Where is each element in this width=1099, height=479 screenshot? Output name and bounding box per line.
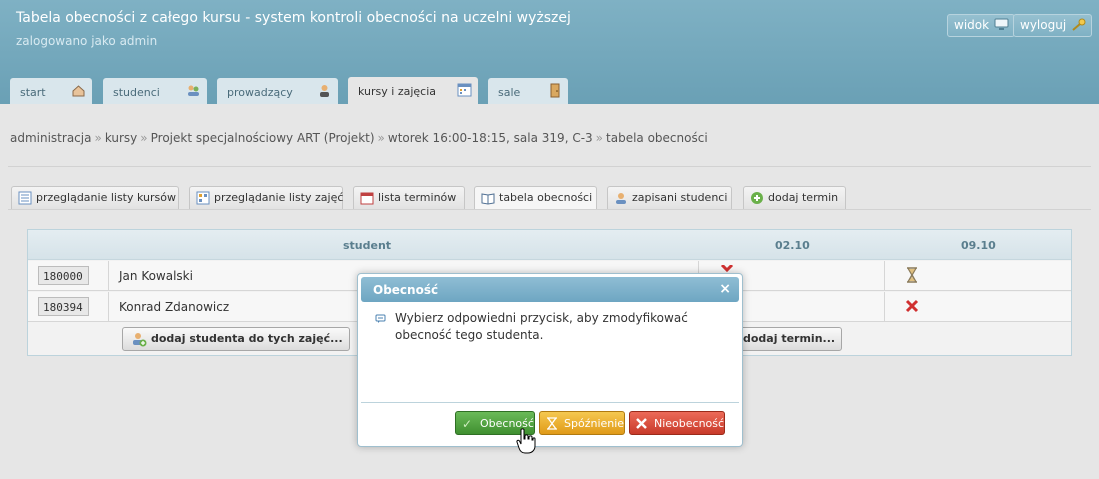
users-icon bbox=[188, 85, 199, 96]
add-icon bbox=[751, 192, 763, 204]
breadcrumb-item[interactable]: administracja bbox=[10, 131, 91, 145]
add-student-button[interactable]: dodaj studenta do tych zajęć... bbox=[122, 327, 350, 351]
cell-divider bbox=[884, 261, 885, 291]
subtab-attendance-table[interactable]: tabela obecności bbox=[474, 186, 597, 210]
subtab-add-term[interactable]: dodaj termin bbox=[743, 186, 846, 209]
close-icon[interactable]: × bbox=[719, 281, 731, 297]
logout-button-label: wyloguj bbox=[1020, 18, 1067, 32]
late-button[interactable]: Spóźnienie bbox=[539, 411, 625, 435]
subtab-enrolled-students[interactable]: zapisani studenci bbox=[607, 186, 732, 209]
cell-divider bbox=[108, 261, 109, 291]
breadcrumb-item[interactable]: wtorek 16:00-18:15, sala 319, C-3 bbox=[388, 131, 593, 145]
subtab-term-list[interactable]: lista terminów bbox=[353, 186, 465, 209]
calendar-icon bbox=[360, 192, 374, 205]
subtab-label: zapisani studenci bbox=[632, 191, 728, 204]
absent-mark-icon[interactable] bbox=[720, 265, 734, 273]
view-button-label: widok bbox=[954, 18, 990, 32]
breadcrumb-separator: » bbox=[595, 131, 604, 145]
tab-students[interactable]: studenci bbox=[103, 78, 207, 104]
key-icon bbox=[1072, 18, 1086, 31]
hourglass-icon bbox=[547, 417, 557, 430]
subtab-class-list[interactable]: przeglądanie listy zajęć bbox=[189, 186, 343, 209]
cell-divider bbox=[108, 292, 109, 322]
app-header: Tabela obecności z całego kursu - system… bbox=[0, 0, 1099, 104]
check-icon: ✓ bbox=[462, 417, 473, 431]
tab-start-label: start bbox=[20, 86, 46, 99]
column-header-date: 09.10 bbox=[961, 239, 996, 252]
attendance-dialog: Obecność × Wybierz odpowiedni przycisk, … bbox=[357, 273, 743, 447]
tab-teachers-label: prowadzący bbox=[227, 86, 293, 99]
speech-bubble-icon bbox=[375, 314, 386, 323]
tab-rooms-label: sale bbox=[498, 86, 521, 99]
absent-button-label: Nieobecność bbox=[654, 417, 725, 430]
dialog-message: Wybierz odpowiedni przycisk, aby zmodyfi… bbox=[395, 311, 688, 342]
subtab-label: dodaj termin bbox=[768, 191, 839, 204]
subtab-label: przeglądanie listy zajęć bbox=[214, 191, 344, 204]
student-id: 180000 bbox=[38, 266, 89, 285]
dialog-separator bbox=[361, 402, 739, 403]
late-mark-icon[interactable] bbox=[905, 267, 919, 283]
subtab-course-list[interactable]: przeglądanie listy kursów bbox=[11, 186, 179, 209]
logout-button[interactable]: wyloguj bbox=[1013, 14, 1093, 37]
subtab-label: przeglądanie listy kursów bbox=[36, 191, 176, 204]
door-icon bbox=[550, 83, 560, 98]
monitor-icon bbox=[994, 18, 1009, 30]
subtab-label: tabela obecności bbox=[499, 191, 593, 204]
breadcrumb: administracja» kursy» Projekt specjalności… bbox=[10, 131, 708, 145]
absent-mark-icon[interactable] bbox=[905, 299, 919, 313]
absent-button[interactable]: Nieobecność bbox=[629, 411, 725, 435]
teacher-icon bbox=[320, 85, 329, 97]
tab-courses[interactable]: kursy i zajęcia bbox=[348, 77, 478, 104]
breadcrumb-separator: » bbox=[140, 131, 148, 145]
column-header-student: student bbox=[343, 239, 392, 252]
column-header-date: 02.10 bbox=[775, 239, 810, 252]
tab-start[interactable]: start bbox=[10, 78, 92, 104]
breadcrumb-separator: » bbox=[94, 131, 102, 145]
late-button-label: Spóźnienie bbox=[564, 417, 625, 430]
dialog-header: Obecność × bbox=[361, 277, 739, 302]
view-button[interactable]: widok bbox=[947, 14, 1016, 37]
breadcrumb-separator: » bbox=[377, 131, 385, 145]
dialog-title: Obecność bbox=[373, 283, 439, 297]
add-user-icon bbox=[133, 333, 147, 347]
breadcrumb-item[interactable]: kursy bbox=[105, 131, 137, 145]
tab-students-label: studenci bbox=[113, 86, 160, 99]
tab-rooms[interactable]: sale bbox=[488, 78, 568, 104]
student-name: Konrad Zdanowicz bbox=[119, 300, 230, 314]
x-icon bbox=[636, 418, 647, 429]
add-term-label: dodaj termin... bbox=[743, 332, 836, 345]
app-title: Tabela obecności z całego kursu - system… bbox=[16, 10, 571, 26]
calendar-icon bbox=[457, 83, 472, 97]
divider bbox=[8, 166, 1091, 167]
divider bbox=[8, 209, 1091, 210]
breadcrumb-item[interactable]: Projekt specjalnościowy ART (Projekt) bbox=[151, 131, 375, 145]
list-icon bbox=[18, 191, 32, 205]
breadcrumb-item: tabela obecności bbox=[606, 131, 708, 145]
grid-icon bbox=[196, 191, 210, 205]
student-name: Jan Kowalski bbox=[119, 269, 193, 283]
home-icon bbox=[72, 85, 85, 97]
tab-courses-label: kursy i zajęcia bbox=[358, 85, 436, 98]
table-header: student 02.10 09.10 bbox=[28, 230, 1071, 260]
logged-in-text: zalogowano jako admin bbox=[16, 34, 158, 48]
user-icon bbox=[616, 193, 626, 204]
student-id: 180394 bbox=[38, 297, 89, 316]
subtab-label: lista terminów bbox=[378, 191, 457, 204]
add-student-label: dodaj studenta do tych zajęć... bbox=[151, 332, 343, 345]
cell-divider bbox=[884, 292, 885, 322]
tab-teachers[interactable]: prowadzący bbox=[217, 78, 338, 104]
hand-cursor-icon bbox=[516, 428, 536, 454]
book-icon bbox=[481, 193, 495, 205]
